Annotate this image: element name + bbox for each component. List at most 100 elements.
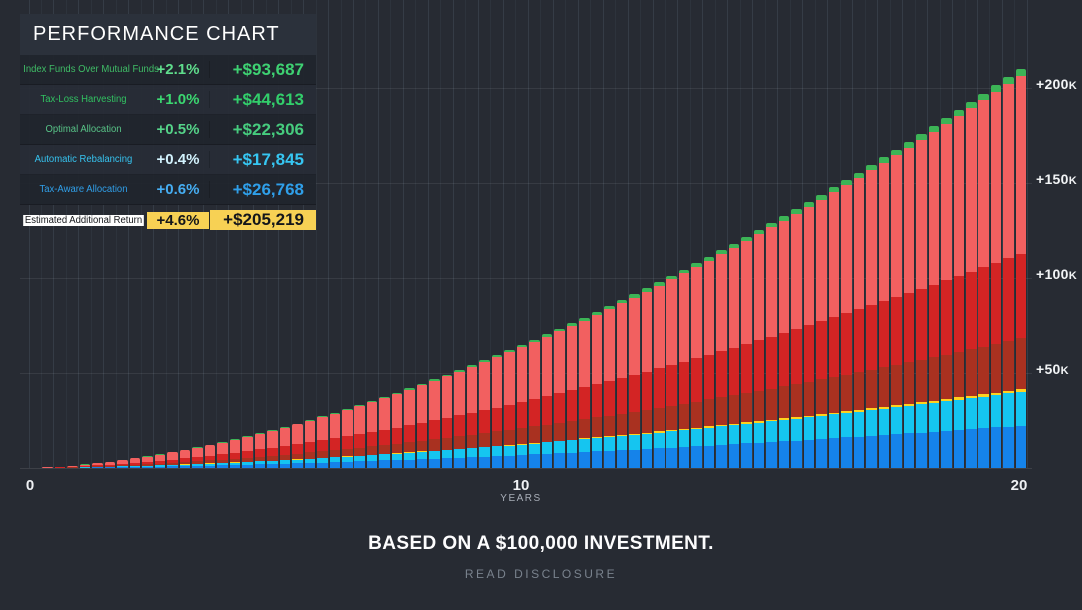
- legend-total-amount: +$205,219: [210, 210, 316, 230]
- stacked-bar[interactable]: [941, 118, 952, 468]
- stacked-bar[interactable]: [180, 450, 191, 468]
- stacked-bar[interactable]: [192, 447, 203, 468]
- stacked-bar[interactable]: [504, 350, 515, 468]
- stacked-bar[interactable]: [105, 462, 116, 468]
- stacked-bar[interactable]: [579, 318, 590, 468]
- stacked-bar[interactable]: [429, 379, 440, 468]
- segment-automatic-rebalancing: [854, 412, 865, 437]
- segment-optimal-allocation: [592, 451, 603, 468]
- stacked-bar[interactable]: [854, 173, 865, 468]
- segment-optimal-allocation: [205, 466, 216, 468]
- stacked-bar[interactable]: [829, 187, 840, 468]
- gridline-vertical: [615, 0, 616, 468]
- stacked-bar[interactable]: [791, 209, 802, 468]
- stacked-bar[interactable]: [242, 436, 253, 468]
- stacked-bar[interactable]: [217, 442, 228, 468]
- stacked-bar[interactable]: [230, 439, 241, 468]
- stacked-bar[interactable]: [292, 424, 303, 468]
- stacked-bar[interactable]: [617, 300, 628, 468]
- stacked-bar[interactable]: [479, 360, 490, 468]
- stacked-bar[interactable]: [517, 345, 528, 468]
- stacked-bar[interactable]: [130, 458, 141, 468]
- stacked-bar[interactable]: [629, 294, 640, 468]
- stacked-bar[interactable]: [816, 195, 827, 468]
- stacked-bar[interactable]: [392, 393, 403, 468]
- stacked-bar[interactable]: [691, 263, 702, 468]
- stacked-bar[interactable]: [554, 329, 565, 468]
- stacked-bar[interactable]: [367, 401, 378, 468]
- stacked-bar[interactable]: [879, 157, 890, 468]
- segment-tax-aware-allocation: [954, 352, 965, 398]
- stacked-bar[interactable]: [904, 142, 915, 468]
- stacked-bar[interactable]: [92, 463, 103, 468]
- stacked-bar[interactable]: [205, 445, 216, 468]
- stacked-bar[interactable]: [666, 276, 677, 468]
- stacked-bar[interactable]: [1016, 69, 1027, 468]
- stacked-bar[interactable]: [716, 250, 727, 468]
- stacked-bar[interactable]: [379, 397, 390, 468]
- segment-index-funds-over-mutual-funds: [442, 376, 453, 418]
- legend-percent: +1.0%: [147, 91, 210, 108]
- stacked-bar[interactable]: [654, 282, 665, 468]
- stacked-bar[interactable]: [604, 306, 615, 468]
- stacked-bar[interactable]: [966, 102, 977, 468]
- stacked-bar[interactable]: [404, 388, 415, 468]
- stacked-bar[interactable]: [704, 257, 715, 468]
- stacked-bar[interactable]: [978, 94, 989, 468]
- segment-tax-aware-allocation: [866, 370, 877, 409]
- stacked-bar[interactable]: [592, 312, 603, 468]
- stacked-bar[interactable]: [766, 223, 777, 468]
- stacked-bar[interactable]: [567, 323, 578, 468]
- stacked-bar[interactable]: [891, 150, 902, 468]
- stacked-bar[interactable]: [642, 288, 653, 468]
- segment-tax-aware-allocation: [579, 419, 590, 438]
- segment-tax-aware-allocation: [779, 386, 790, 418]
- stacked-bar[interactable]: [779, 216, 790, 468]
- stacked-bar[interactable]: [542, 334, 553, 468]
- stacked-bar[interactable]: [155, 454, 166, 468]
- stacked-bar[interactable]: [255, 433, 266, 468]
- stacked-bar[interactable]: [467, 365, 478, 468]
- stacked-bar[interactable]: [317, 416, 328, 468]
- stacked-bar[interactable]: [679, 270, 690, 468]
- segment-tax-aware-allocation: [1016, 338, 1027, 389]
- stacked-bar[interactable]: [841, 180, 852, 468]
- stacked-bar[interactable]: [954, 110, 965, 468]
- footer: BASED ON A $100,000 INVESTMENT. READ DIS…: [0, 515, 1082, 610]
- stacked-bar[interactable]: [167, 452, 178, 468]
- stacked-bar[interactable]: [929, 126, 940, 468]
- segment-tax-loss-harvesting: [317, 440, 328, 451]
- stacked-bar[interactable]: [55, 466, 66, 468]
- stacked-bar[interactable]: [330, 413, 341, 468]
- segment-index-funds-over-mutual-funds: [891, 155, 902, 297]
- stacked-bar[interactable]: [117, 460, 128, 468]
- stacked-bar[interactable]: [142, 456, 153, 468]
- stacked-bar[interactable]: [916, 134, 927, 468]
- stacked-bar[interactable]: [529, 340, 540, 468]
- stacked-bar[interactable]: [729, 244, 740, 468]
- stacked-bar[interactable]: [342, 409, 353, 468]
- stacked-bar[interactable]: [741, 237, 752, 468]
- legend-label: Optimal Allocation: [23, 124, 144, 135]
- stacked-bar[interactable]: [454, 370, 465, 468]
- segment-accent-green-tip: [1016, 69, 1027, 76]
- stacked-bar[interactable]: [67, 466, 78, 468]
- segment-index-funds-over-mutual-funds: [741, 241, 752, 344]
- stacked-bar[interactable]: [354, 405, 365, 468]
- stacked-bar[interactable]: [754, 230, 765, 468]
- stacked-bar[interactable]: [804, 202, 815, 468]
- stacked-bar[interactable]: [42, 467, 53, 468]
- stacked-bar[interactable]: [442, 375, 453, 468]
- stacked-bar[interactable]: [280, 427, 291, 468]
- stacked-bar[interactable]: [492, 355, 503, 468]
- stacked-bar[interactable]: [267, 430, 278, 468]
- segment-optimal-allocation: [617, 450, 628, 468]
- stacked-bar[interactable]: [80, 464, 91, 468]
- stacked-bar[interactable]: [866, 165, 877, 468]
- legend-amount: +$44,613: [210, 90, 316, 110]
- read-disclosure-link[interactable]: READ DISCLOSURE: [465, 567, 617, 581]
- stacked-bar[interactable]: [1003, 77, 1014, 468]
- stacked-bar[interactable]: [417, 384, 428, 468]
- stacked-bar[interactable]: [991, 85, 1002, 468]
- stacked-bar[interactable]: [305, 420, 316, 468]
